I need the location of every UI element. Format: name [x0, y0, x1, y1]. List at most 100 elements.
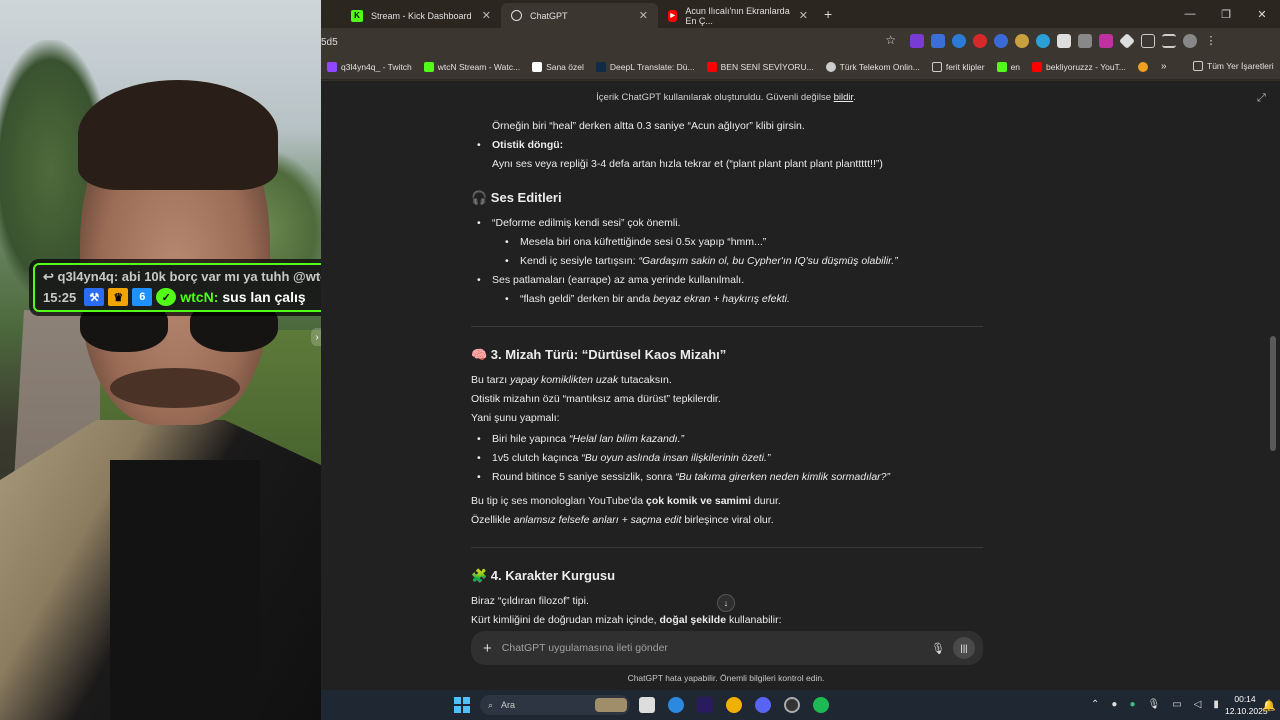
- taskbar-search[interactable]: ⌕ Ara: [480, 695, 630, 715]
- all-bookmarks-folder[interactable]: Tüm Yer İşaretleri: [1193, 61, 1274, 71]
- chatgpt-icon: [511, 10, 522, 21]
- list-item: Kendi iç sesiyle tartışsın: “Gardaşım sa…: [505, 252, 983, 271]
- profile-avatar-icon[interactable]: [1183, 34, 1197, 48]
- tab-label: Stream - Kick Dashboard: [371, 10, 472, 21]
- globe-icon: [825, 62, 836, 72]
- puzzle-icon[interactable]: [1141, 34, 1155, 48]
- window-controls: — ❐ ✕: [1172, 0, 1280, 28]
- bookmark-item[interactable]: [1132, 62, 1154, 72]
- microphone-icon[interactable]: 🎙: [1147, 699, 1160, 710]
- list-item: 1v5 clutch kaçınca “Bu oyun aslında insa…: [477, 449, 983, 468]
- close-icon[interactable]: ✕: [639, 9, 648, 22]
- tab-chatgpt[interactable]: ChatGPT ✕: [501, 3, 658, 28]
- close-icon[interactable]: ✕: [799, 9, 808, 22]
- list-item: Mesela biri ona küfrettiğinde sesi 0.5x …: [505, 233, 983, 252]
- app-icon[interactable]: [784, 697, 800, 713]
- chevron-up-icon[interactable]: ⌃: [1091, 699, 1099, 710]
- bookmark-item[interactable]: Türk Telekom Onlin...: [820, 62, 926, 72]
- file-explorer-icon[interactable]: [639, 697, 655, 713]
- bookmark-star-icon[interactable]: ☆: [885, 33, 896, 47]
- bookmark-item[interactable]: BEN SENİ SEVİYORU...: [701, 62, 820, 72]
- network-icon[interactable]: ▭: [1172, 699, 1181, 710]
- microphone-icon[interactable]: 🎙: [931, 642, 945, 655]
- audio-icon[interactable]: [952, 34, 966, 48]
- youtube-icon: ▶: [668, 9, 678, 22]
- tray-app-icon[interactable]: ●: [1111, 699, 1117, 710]
- extension-icon[interactable]: [1099, 34, 1113, 48]
- tray-app-icon[interactable]: ●: [1129, 699, 1135, 710]
- chatgpt-page: İçerik ChatGPT kullanılarak oluşturuldu.…: [321, 81, 1280, 690]
- extensions-bar: ⋮: [910, 33, 1218, 49]
- tab-youtube[interactable]: ▶ Acun Ilıcalı'nın Ekranlarda En Ç... ✕: [658, 3, 818, 28]
- voice-mode-button[interactable]: |||: [953, 637, 975, 659]
- kick-icon: [996, 62, 1007, 72]
- bookmark-item[interactable]: q3l4yn4q_ - Twitch: [321, 62, 418, 72]
- bookmark-item[interactable]: wtcN Stream - Watc...: [418, 62, 526, 72]
- taskbar-clock[interactable]: 00:14 12.10.2025: [1225, 693, 1268, 717]
- new-tab-button[interactable]: +: [824, 6, 832, 22]
- composer-placeholder[interactable]: ChatGPT uygulamasına ileti gönder: [502, 642, 668, 654]
- premiere-icon[interactable]: [697, 697, 713, 713]
- bookmark-item[interactable]: Sana özel: [526, 62, 590, 72]
- bookmark-item[interactable]: bekliyoruzzz - YouT...: [1026, 62, 1132, 72]
- notification-icon[interactable]: 🔔: [1262, 699, 1276, 712]
- paragraph: Aynı ses veya repliği 3-4 defa artan hız…: [492, 158, 883, 170]
- system-tray: ⌃ ● ● 🎙 ▭ ◁ ▮: [1091, 699, 1219, 710]
- crown-badge-icon: ♛: [108, 288, 129, 306]
- battery-icon[interactable]: ▮: [1213, 699, 1219, 710]
- spotify-icon[interactable]: [813, 697, 829, 713]
- paragraph: Kürt kimliğini de doğrudan mizah içinde,…: [471, 614, 782, 626]
- verified-badge-icon: ✓: [156, 288, 177, 306]
- close-window-button[interactable]: ✕: [1244, 0, 1280, 28]
- bookmark-item[interactable]: DeepL Translate: Dü...: [590, 62, 701, 72]
- extension-icon[interactable]: [1119, 33, 1135, 49]
- youtube-icon: [1032, 62, 1043, 72]
- extension-icon[interactable]: [910, 34, 924, 48]
- close-icon[interactable]: ✕: [482, 9, 491, 22]
- list-item: Örneğin biri “heal” derken altta 0.3 san…: [492, 120, 805, 132]
- more-bookmarks-icon[interactable]: »: [1161, 61, 1167, 72]
- expand-icon[interactable]: ⤢: [1257, 92, 1266, 105]
- start-button[interactable]: [454, 697, 470, 713]
- tab-kick-dashboard[interactable]: K Stream - Kick Dashboard ✕: [341, 3, 501, 28]
- extension-icon[interactable]: [973, 34, 987, 48]
- extension-icon[interactable]: [1036, 34, 1050, 48]
- minimize-button[interactable]: —: [1172, 0, 1208, 28]
- divider: [471, 326, 983, 327]
- message-composer[interactable]: + ChatGPT uygulamasına ileti gönder 🎙 ||…: [471, 631, 983, 665]
- extension-icon[interactable]: [1057, 34, 1071, 48]
- volume-icon[interactable]: ◁: [1194, 699, 1202, 710]
- extension-icon[interactable]: [994, 34, 1008, 48]
- extension-icon[interactable]: [1015, 34, 1029, 48]
- browser-window: K Stream - Kick Dashboard ✕ ChatGPT ✕ ▶ …: [321, 0, 1280, 690]
- menu-icon[interactable]: ⋮: [1204, 34, 1218, 48]
- discord-icon[interactable]: [755, 697, 771, 713]
- twitch-icon: [327, 62, 337, 72]
- deepl-icon: [595, 62, 606, 72]
- chat-username: wtcN:: [180, 289, 219, 305]
- chat-text: sus lan çalış: [222, 289, 306, 305]
- bookmark-item[interactable]: en: [991, 62, 1026, 72]
- scroll-down-button[interactable]: ↓: [717, 594, 735, 612]
- folder-icon: [1193, 61, 1203, 71]
- media-icon[interactable]: [1162, 34, 1176, 48]
- app-icon[interactable]: [668, 697, 684, 713]
- scrollbar[interactable]: [1270, 336, 1276, 451]
- section-heading: 🧩 4. Karakter Kurgusu: [471, 568, 616, 583]
- paragraph: Özellikle anlamsız felsefe anları + saçm…: [471, 514, 774, 526]
- x-icon: [532, 62, 543, 72]
- list-item: Otistik döngü:: [477, 136, 983, 155]
- list-item: Ses patlamaları (earrape) az ama yerinde…: [477, 271, 983, 309]
- extension-icon[interactable]: [1078, 34, 1092, 48]
- windows-taskbar: ⌕ Ara ⌃ ● ● 🎙 ▭ ◁ ▮ 00:14 12.10.2025 🔔: [321, 690, 1280, 720]
- plus-icon[interactable]: +: [483, 640, 492, 657]
- report-link[interactable]: bildir: [834, 92, 854, 103]
- url-field[interactable]: 5d5 ☆: [321, 31, 900, 53]
- bookmark-folder[interactable]: ferit klipler: [926, 62, 991, 72]
- chrome-icon[interactable]: [726, 697, 742, 713]
- restore-button[interactable]: ❐: [1208, 0, 1244, 28]
- section-heading: 🧠 3. Mizah Türü: “Dürtüsel Kaos Mizahı”: [471, 347, 727, 362]
- translate-icon[interactable]: [931, 34, 945, 48]
- folder-icon: [931, 62, 942, 72]
- paragraph: Bu tip iç ses monologları YouTube'da çok…: [471, 495, 781, 507]
